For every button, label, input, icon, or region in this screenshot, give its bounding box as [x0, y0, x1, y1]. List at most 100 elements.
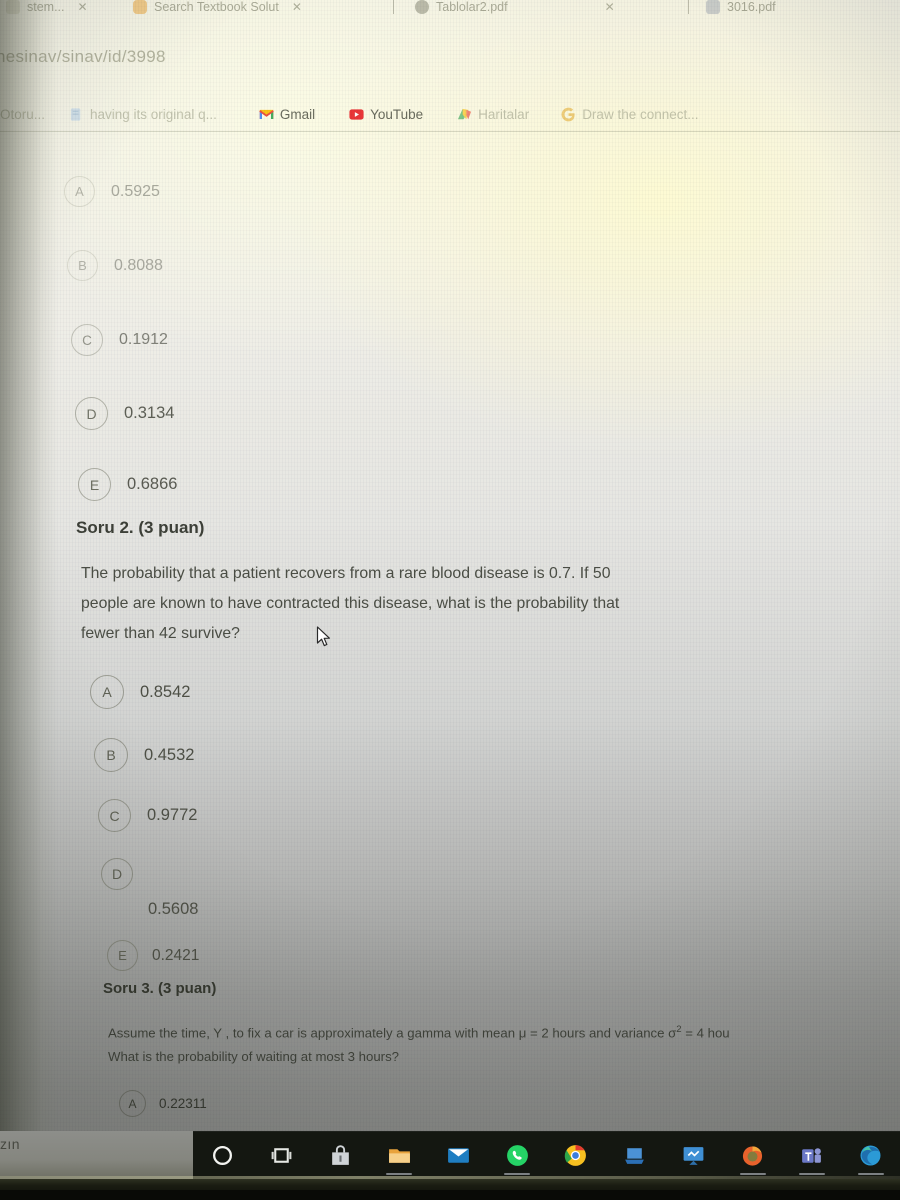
q3-option-a[interactable]: A 0.22311 [119, 1090, 207, 1117]
option-bubble: B [67, 250, 98, 281]
taskbar-microsoft-edge[interactable] [841, 1131, 900, 1179]
question3-heading: Soru 3. (3 puan) [103, 980, 217, 997]
tab-title: stem... [27, 0, 65, 14]
question2-line-3: fewer than 42 survive? [81, 625, 240, 642]
mouse-cursor [316, 626, 330, 647]
question2-line-2: people are known to have contracted this… [81, 595, 620, 612]
question3-line-1-part-b: = 4 hou [681, 1025, 730, 1041]
running-indicator [857, 1173, 884, 1175]
q2-option-e[interactable]: E 0.2421 [107, 940, 199, 971]
option-bubble: E [78, 468, 111, 501]
bookmark-label: Draw the connect... [582, 106, 699, 122]
bookmark-draw-the-connect[interactable]: Draw the connect... [552, 107, 707, 122]
question2-text: The probability that a patient recovers … [81, 559, 619, 649]
q1-option-b[interactable]: B 0.8088 [67, 250, 163, 281]
taskbar-teams[interactable] [782, 1131, 841, 1179]
close-icon[interactable]: ✕ [78, 0, 88, 14]
q1-option-e[interactable]: E 0.6866 [78, 468, 177, 501]
whatsapp-icon [506, 1144, 528, 1166]
question3-line-1-part-a: Assume the time, Y , to fix a car is app… [108, 1025, 677, 1041]
bookmark-label: Haritalar [478, 106, 530, 122]
option-bubble: A [90, 675, 124, 709]
bookmark-haritalar[interactable]: Haritalar [448, 107, 538, 122]
teams-icon [802, 1147, 822, 1163]
browser-tab-strip: stem... ✕ Search Textbook Solut ✕ Tablol… [0, 0, 900, 20]
q2-option-b[interactable]: B 0.4532 [94, 738, 194, 772]
running-indicator [504, 1173, 531, 1175]
bookmark-label: YouTube [370, 106, 424, 122]
bookmark-otoru[interactable]: Otoru... [0, 107, 54, 122]
question2-line-1: The probability that a patient recovers … [81, 565, 611, 582]
bookmarks-bar: Otoru... having its original q... Gmail [0, 98, 900, 130]
q2-option-a[interactable]: A 0.8542 [90, 675, 190, 709]
option-bubble: C [98, 799, 131, 832]
taskbar-blue-app[interactable] [605, 1131, 664, 1179]
file-explorer-icon [388, 1148, 410, 1163]
chegg-icon [133, 0, 147, 14]
option-value: 0.3134 [124, 404, 175, 422]
q2-option-c[interactable]: C 0.9772 [98, 799, 197, 832]
q1-option-c[interactable]: C 0.1912 [71, 324, 168, 356]
option-bubble: C [71, 324, 103, 356]
taskbar-file-explorer[interactable] [370, 1131, 429, 1179]
option-bubble: D [101, 858, 133, 890]
q2-option-d[interactable]: D 0.5608 [101, 858, 198, 919]
option-value: 0.2421 [152, 946, 200, 964]
taskbar-mail[interactable] [429, 1131, 488, 1179]
google-maps-icon [458, 108, 472, 119]
mail-icon [447, 1147, 469, 1163]
running-indicator [798, 1173, 825, 1175]
taskbar-whatsapp[interactable] [488, 1131, 547, 1179]
option-value: 0.22311 [159, 1096, 207, 1111]
doc-icon [70, 107, 81, 121]
option-value: 0.5608 [148, 900, 199, 918]
taskbar-cortana-search[interactable] [193, 1131, 252, 1179]
tab-title: Search Textbook Solut [154, 0, 279, 14]
windows-taskbar [193, 1131, 900, 1179]
desktop-left-strip [0, 1131, 193, 1179]
bookmarks-divider [0, 131, 900, 132]
url-text[interactable]: nesinav/sinav/id/3998 [0, 47, 166, 67]
question2-heading: Soru 2. (3 puan) [76, 518, 205, 537]
close-icon[interactable]: ✕ [605, 0, 615, 14]
question3-text: Assume the time, Y , to fix a car is app… [108, 1018, 730, 1069]
firefox-icon [743, 1145, 763, 1166]
option-value: 0.5925 [111, 182, 160, 200]
taskbar-microsoft-store[interactable] [311, 1131, 370, 1179]
youtube-icon [349, 108, 364, 120]
browser-tab-0[interactable]: stem... ✕ [6, 0, 88, 20]
browser-tab-3[interactable]: 3016.pdf [706, 0, 776, 20]
bookmark-gmail[interactable]: Gmail [250, 107, 324, 122]
desktop-text-fragment: zın [0, 1136, 20, 1152]
close-icon[interactable]: ✕ [292, 0, 302, 14]
page-icon [6, 0, 20, 14]
option-bubble: B [94, 738, 128, 772]
option-bubble: D [75, 397, 108, 430]
bookmark-having-its-original-q[interactable]: having its original q... [60, 107, 226, 122]
taskbar-firefox[interactable] [723, 1131, 782, 1179]
q1-option-a[interactable]: A 0.5925 [64, 176, 160, 207]
gmail-icon [259, 109, 274, 119]
option-value: 0.1912 [119, 331, 168, 348]
option-bubble: A [119, 1090, 146, 1117]
option-bubble: E [107, 940, 138, 971]
browser-tab-2[interactable]: Tablolar2.pdf ✕ [415, 0, 615, 20]
option-value: 0.4532 [144, 745, 195, 764]
taskbar-presentation-app[interactable] [664, 1131, 723, 1179]
microsoft-edge-icon [860, 1145, 881, 1165]
tab-title: 3016.pdf [727, 0, 776, 14]
question3-line-2: What is the probability of waiting at mo… [108, 1049, 400, 1065]
exam-content: A 0.5925 B 0.8088 C 0.1912 D 0.3134 E 0.… [0, 140, 900, 1140]
option-bubble: A [64, 176, 95, 207]
q1-option-d[interactable]: D 0.3134 [75, 397, 174, 430]
taskbar-task-view[interactable] [252, 1131, 311, 1179]
bookmark-youtube[interactable]: YouTube [340, 107, 432, 122]
omnibox-row[interactable]: nesinav/sinav/id/3998 [0, 42, 900, 72]
bookmark-label: Gmail [279, 106, 316, 122]
running-indicator [386, 1173, 413, 1175]
task-view-icon [271, 1147, 292, 1163]
running-indicator [739, 1173, 766, 1175]
taskbar-google-chrome[interactable] [547, 1131, 606, 1179]
browser-tab-1[interactable]: Search Textbook Solut ✕ [133, 0, 302, 20]
pdf-icon [415, 0, 429, 14]
